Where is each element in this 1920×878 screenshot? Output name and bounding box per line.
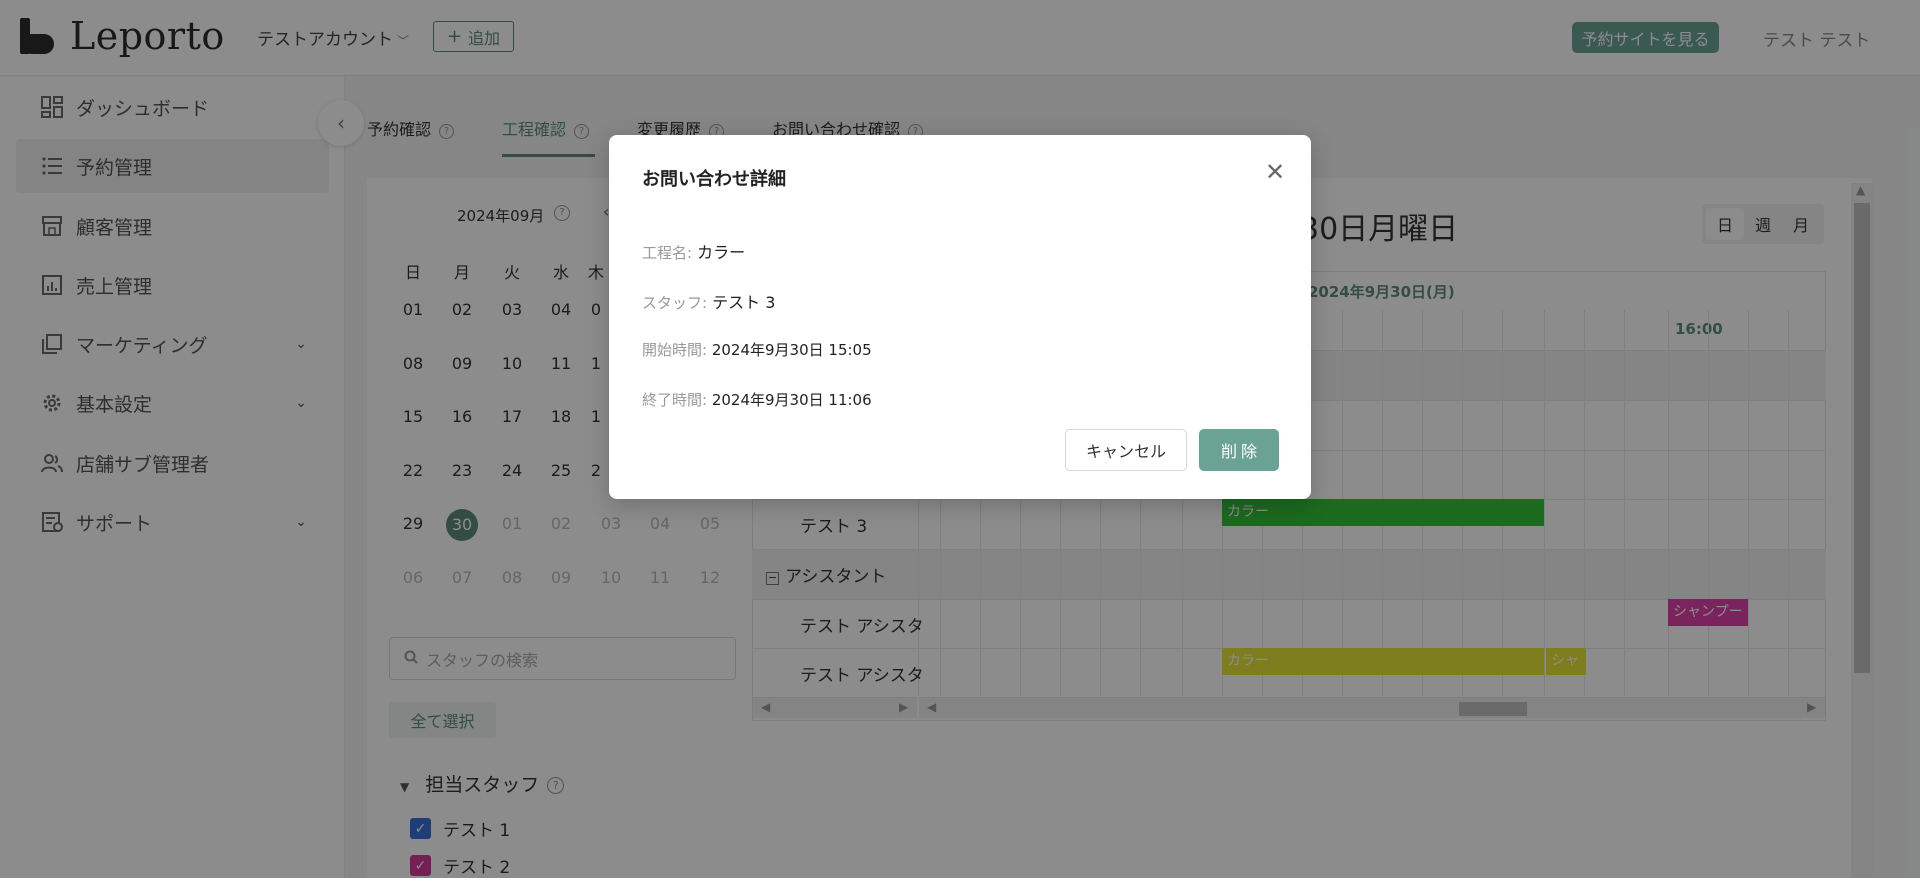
process-name-field: 工程名: カラー <box>642 239 745 263</box>
cancel-button[interactable]: キャンセル <box>1065 429 1187 471</box>
field-label: 終了時間: <box>642 391 708 409</box>
start-time-field: 開始時間: 2024年9月30日 15:05 <box>642 339 872 360</box>
field-value: 2024年9月30日 11:06 <box>711 391 872 409</box>
end-time-field: 終了時間: 2024年9月30日 11:06 <box>642 389 872 410</box>
field-label: 工程名: <box>642 244 693 262</box>
field-value: テスト 3 <box>712 293 776 312</box>
field-value: カラー <box>697 243 746 262</box>
field-label: 開始時間: <box>642 341 708 359</box>
field-label: スタッフ: <box>642 294 708 312</box>
inquiry-detail-modal: お問い合わせ詳細 ✕ 工程名: カラー スタッフ: テスト 3 開始時間: 20… <box>609 135 1311 499</box>
modal-title: お問い合わせ詳細 <box>642 169 786 190</box>
close-icon[interactable]: ✕ <box>1262 158 1288 186</box>
field-value: 2024年9月30日 15:05 <box>711 341 872 359</box>
staff-field: スタッフ: テスト 3 <box>642 289 775 313</box>
delete-button[interactable]: 削除 <box>1199 429 1279 471</box>
